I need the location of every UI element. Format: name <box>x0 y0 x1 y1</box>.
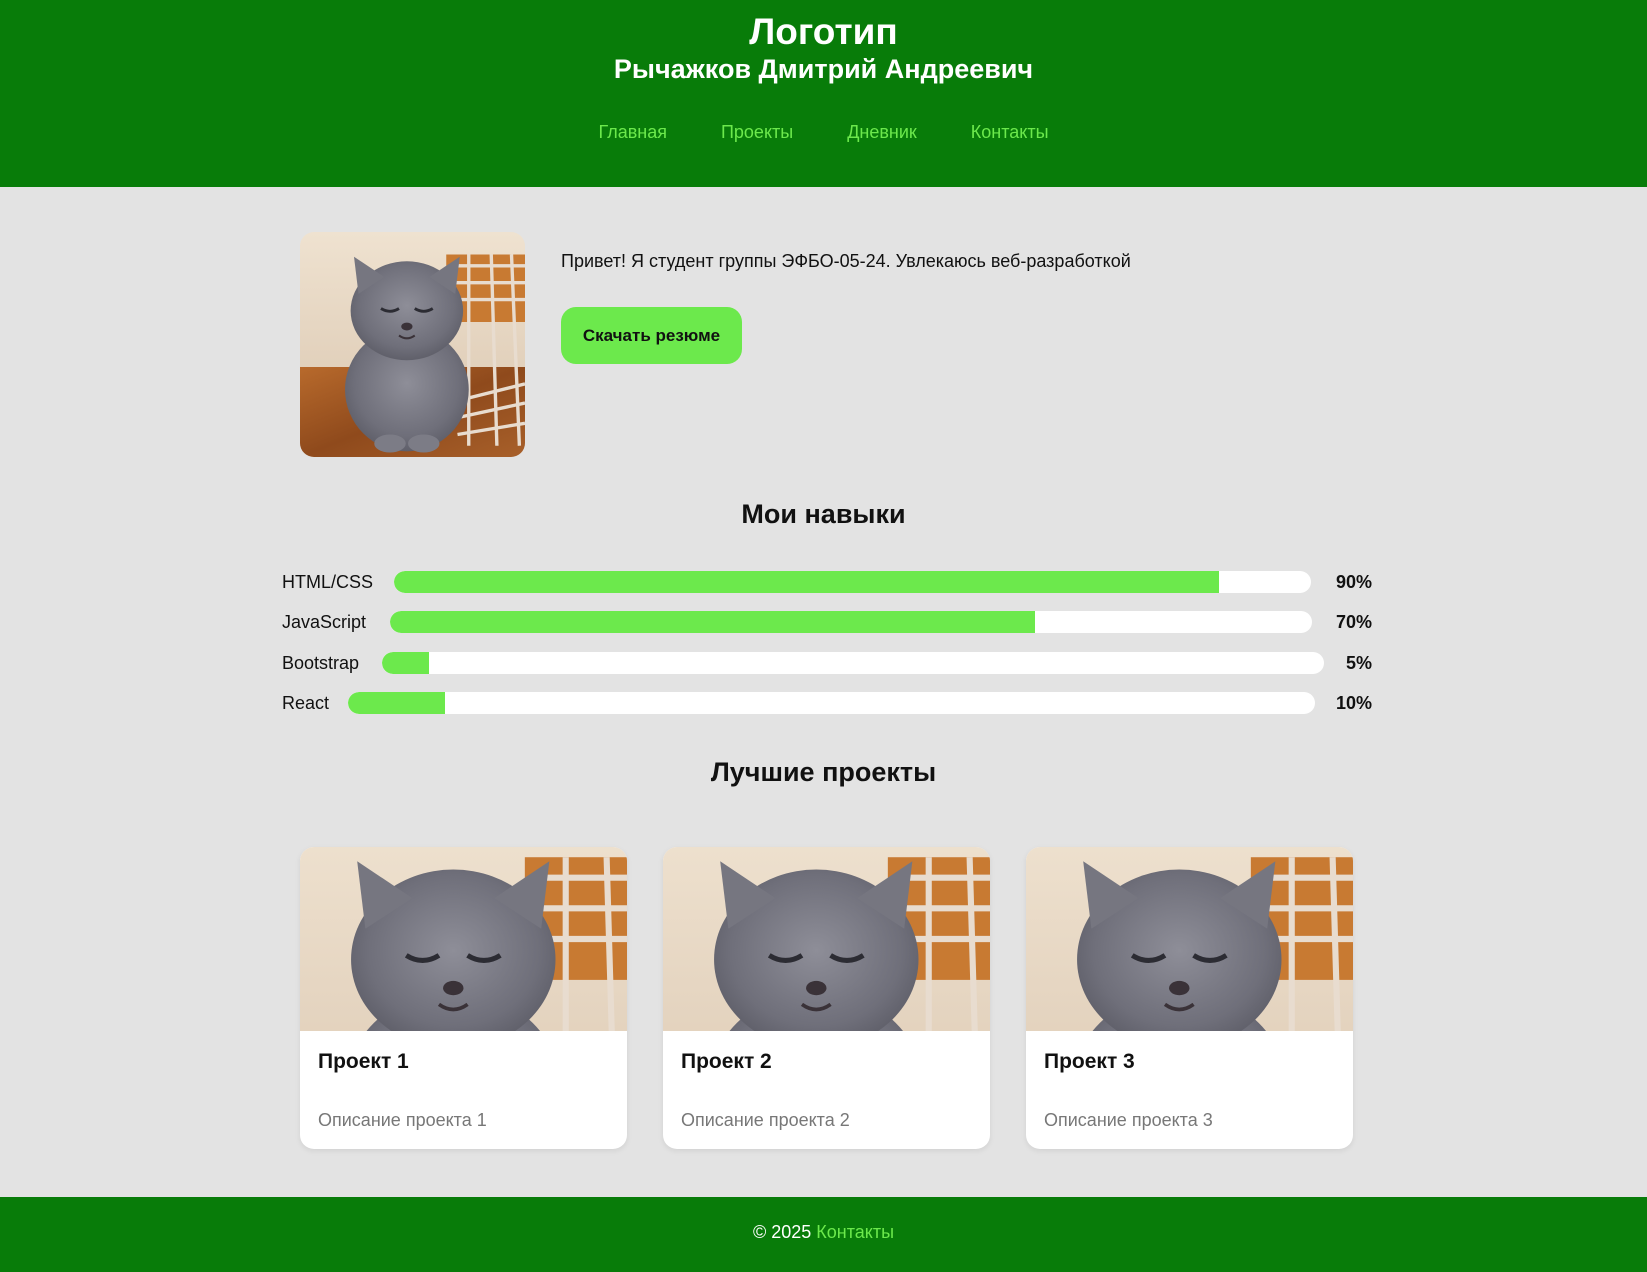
skill-name: JavaScript <box>282 612 367 632</box>
project-image <box>1026 847 1353 1031</box>
skill-progress-fill <box>348 692 445 714</box>
project-card-3[interactable]: Проект 3 Описание проекта 3 <box>1026 847 1353 1149</box>
skills-title: Мои навыки <box>741 499 906 529</box>
profile-photo <box>300 232 525 457</box>
project-title: Проект 1 <box>318 1050 409 1073</box>
skill-name: React <box>282 693 330 713</box>
skill-percent: 90% <box>1335 572 1372 592</box>
nav-link-home[interactable]: Главная <box>598 120 667 144</box>
project-description: Описание проекта 2 <box>681 1110 850 1130</box>
site-footer: © 2025 Контакты <box>0 1197 1647 1272</box>
download-resume-button[interactable]: Скачать резюме <box>561 307 742 364</box>
project-title: Проект 3 <box>1044 1050 1135 1073</box>
skill-row-html-css: HTML/CSS 90% <box>282 569 1372 595</box>
project-image <box>663 847 990 1031</box>
nav-link-contacts[interactable]: Контакты <box>971 120 1049 144</box>
project-image <box>300 847 627 1031</box>
skill-progress-track <box>394 571 1311 593</box>
skill-row-javascript: JavaScript 70% <box>282 609 1372 635</box>
skill-progress-track <box>382 652 1324 674</box>
skill-progress-fill <box>394 571 1220 593</box>
main-nav: Главная Проекты Дневник Контакты <box>0 120 1647 144</box>
skill-row-react: React 10% <box>282 690 1372 716</box>
project-description: Описание проекта 3 <box>1044 1110 1213 1130</box>
nav-link-projects[interactable]: Проекты <box>721 120 793 144</box>
intro-text: Привет! Я студент группы ЭФБО-05-24. Увл… <box>561 251 1131 271</box>
skill-percent: 5% <box>1345 653 1372 673</box>
projects-title: Лучшие проекты <box>710 757 937 787</box>
skill-row-bootstrap: Bootstrap 5% <box>282 650 1372 676</box>
skill-progress-fill <box>390 611 1036 633</box>
project-description: Описание проекта 1 <box>318 1110 487 1130</box>
skill-progress-track <box>390 611 1312 633</box>
copyright-text: © 2025 <box>752 1222 812 1242</box>
skill-progress-fill <box>382 652 430 674</box>
skill-progress-track <box>348 692 1315 714</box>
footer-contacts-link[interactable]: Контакты <box>816 1222 894 1242</box>
owner-name: Рычажков Дмитрий Андреевич <box>613 54 1034 84</box>
skill-percent: 70% <box>1335 612 1372 632</box>
skill-name: HTML/CSS <box>282 572 374 592</box>
project-card-1[interactable]: Проект 1 Описание проекта 1 <box>300 847 627 1149</box>
logo[interactable]: Логотип <box>0 10 1647 54</box>
nav-link-diary[interactable]: Дневник <box>847 120 917 144</box>
skill-percent: 10% <box>1335 693 1372 713</box>
project-card-2[interactable]: Проект 2 Описание проекта 2 <box>663 847 990 1149</box>
footer-line: © 2025 Контакты <box>0 1220 1647 1244</box>
site-header: Логотип Рычажков Дмитрий Андреевич Главн… <box>0 0 1647 187</box>
project-title: Проект 2 <box>681 1050 772 1073</box>
skill-name: Bootstrap <box>282 653 360 673</box>
